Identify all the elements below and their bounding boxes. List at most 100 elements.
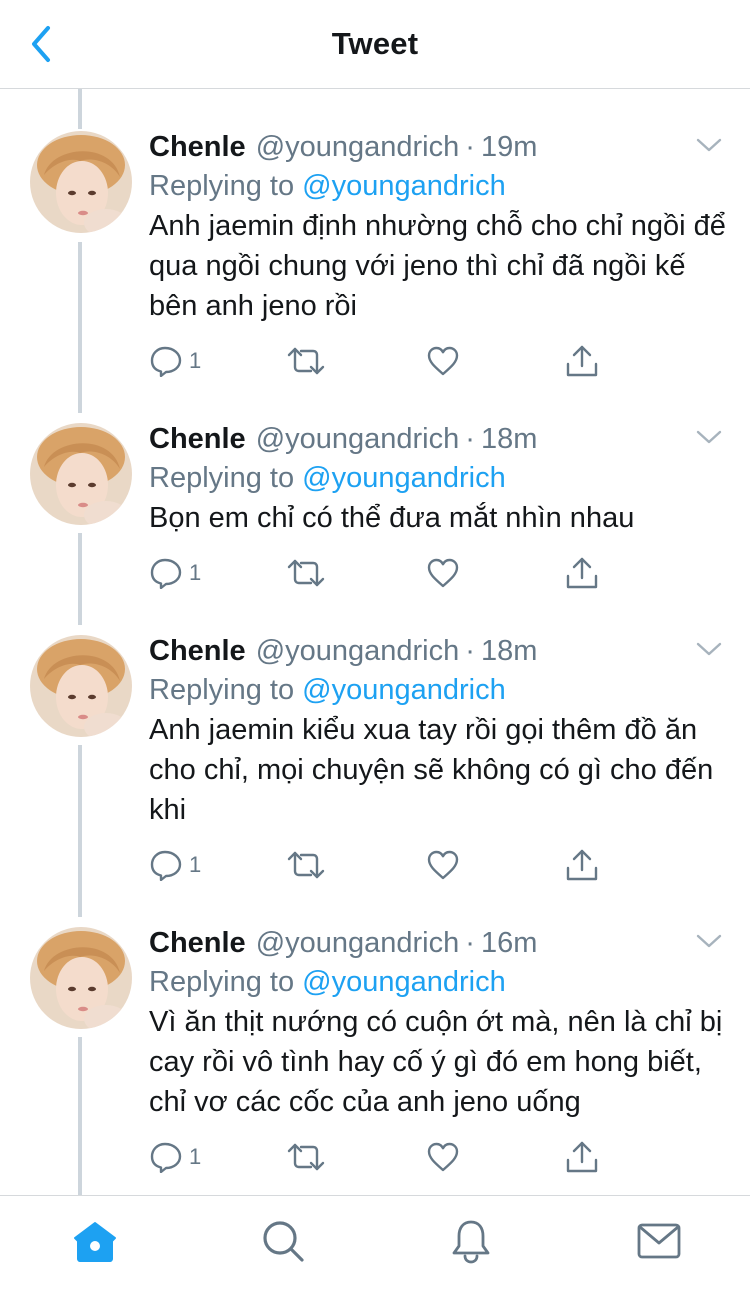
retweet-button[interactable]	[287, 1137, 325, 1177]
replying-to-handle-link[interactable]: @youngandrich	[302, 462, 506, 494]
thread-connector-line	[78, 1037, 82, 1195]
replying-to-label: Replying to	[149, 170, 295, 202]
notifications-bell-icon	[452, 1220, 490, 1264]
replying-to-label: Replying to	[149, 462, 295, 494]
display-name[interactable]: Chenle	[149, 419, 246, 459]
heart-icon	[427, 850, 459, 880]
tweet-actions: 1	[149, 1137, 619, 1177]
separator-dot: ·	[465, 423, 475, 455]
replying-to: Replying to @youngandrich	[149, 962, 506, 1002]
retweet-icon	[287, 559, 325, 587]
timestamp: 18m	[480, 635, 538, 667]
display-name[interactable]: Chenle	[149, 127, 246, 167]
share-button[interactable]	[565, 1137, 599, 1177]
share-button[interactable]	[565, 553, 599, 593]
reply-icon	[150, 346, 182, 377]
retweet-button[interactable]	[287, 553, 325, 593]
retweet-icon	[287, 347, 325, 375]
retweet-icon	[287, 1143, 325, 1171]
tweet-text: Vì ăn thịt nướng có cuộn ớt mà, nên là c…	[149, 1006, 723, 1118]
tweet-thread[interactable]: Chenle @youngandrich · 19m Replying to @…	[0, 89, 750, 1195]
timestamp: 19m	[480, 131, 538, 163]
like-button[interactable]	[426, 845, 460, 885]
retweet-button[interactable]	[287, 845, 325, 885]
tab-notifications[interactable]	[446, 1218, 496, 1264]
tweet-text: Bọn em chỉ có thể đưa mắt nhìn nhau	[149, 502, 635, 534]
replying-to-handle-link[interactable]: @youngandrich	[302, 170, 506, 202]
reply-button[interactable]: 1	[149, 845, 201, 885]
share-icon	[566, 557, 598, 589]
thread-connector-line	[78, 242, 82, 413]
tab-home[interactable]	[70, 1218, 120, 1264]
avatar[interactable]	[30, 635, 132, 737]
like-button[interactable]	[426, 553, 460, 593]
share-icon	[566, 345, 598, 377]
reply-button[interactable]: 1	[149, 1137, 201, 1177]
avatar[interactable]	[30, 927, 132, 1029]
tweet-text: Anh jaemin định nhường chỗ cho chỉ ngồi …	[149, 210, 726, 322]
like-button[interactable]	[426, 341, 460, 381]
reply-count: 1	[189, 348, 202, 373]
heart-icon	[427, 346, 459, 376]
timestamp: 16m	[480, 927, 538, 959]
tab-search[interactable]	[258, 1218, 308, 1264]
thread-connector-line	[78, 89, 82, 129]
retweet-button[interactable]	[287, 341, 325, 381]
more-options-button[interactable]	[694, 637, 724, 661]
user-handle[interactable]: @youngandrich	[256, 923, 460, 963]
avatar[interactable]	[30, 131, 132, 233]
separator-dot: ·	[465, 927, 475, 959]
separator-dot: ·	[465, 131, 475, 163]
reply-icon	[150, 558, 182, 589]
user-handle[interactable]: @youngandrich	[256, 419, 460, 459]
replying-to: Replying to @youngandrich	[149, 166, 506, 206]
search-icon	[263, 1221, 304, 1262]
display-name[interactable]: Chenle	[149, 923, 246, 963]
chevron-down-icon	[696, 934, 722, 948]
home-icon	[74, 1222, 116, 1262]
avatar[interactable]	[30, 423, 132, 525]
reply-icon	[150, 1142, 182, 1173]
more-options-button[interactable]	[694, 133, 724, 157]
heart-icon	[427, 558, 459, 588]
messages-envelope-icon	[637, 1223, 681, 1259]
chevron-down-icon	[696, 642, 722, 656]
tweet-actions: 1	[149, 845, 619, 885]
replying-to: Replying to @youngandrich	[149, 458, 506, 498]
like-button[interactable]	[426, 1137, 460, 1177]
reply-count: 1	[189, 852, 202, 877]
reply-button[interactable]: 1	[149, 341, 201, 381]
more-options-button[interactable]	[694, 425, 724, 449]
share-button[interactable]	[565, 845, 599, 885]
share-button[interactable]	[565, 341, 599, 381]
replying-to: Replying to @youngandrich	[149, 670, 506, 710]
reply-icon	[150, 850, 182, 881]
user-handle[interactable]: @youngandrich	[256, 631, 460, 671]
more-options-button[interactable]	[694, 929, 724, 953]
tweet-text: Anh jaemin kiểu xua tay rồi gọi thêm đồ …	[149, 714, 714, 826]
separator-dot: ·	[465, 635, 475, 667]
bottom-tab-bar	[0, 1196, 750, 1294]
retweet-icon	[287, 851, 325, 879]
page-title: Tweet	[331, 26, 419, 61]
top-navigation-bar: Tweet	[0, 0, 750, 89]
tweet-actions: 1	[149, 341, 619, 381]
share-icon	[566, 849, 598, 881]
replying-to-label: Replying to	[149, 966, 295, 998]
user-handle[interactable]: @youngandrich	[256, 127, 460, 167]
reply-button[interactable]: 1	[149, 553, 201, 593]
chevron-down-icon	[696, 430, 722, 444]
reply-count: 1	[189, 560, 202, 585]
replying-to-handle-link[interactable]: @youngandrich	[302, 674, 506, 706]
tweet-header: Chenle @youngandrich · 16m	[149, 923, 537, 963]
thread-connector-line	[78, 745, 82, 917]
replying-to-handle-link[interactable]: @youngandrich	[302, 966, 506, 998]
tab-messages[interactable]	[634, 1218, 684, 1264]
tweet-header: Chenle @youngandrich · 19m	[149, 127, 537, 167]
tweet-header: Chenle @youngandrich · 18m	[149, 631, 537, 671]
heart-icon	[427, 1142, 459, 1172]
reply-count: 1	[189, 1144, 202, 1169]
tweet-header: Chenle @youngandrich · 18m	[149, 419, 537, 459]
thread-connector-line	[78, 533, 82, 625]
display-name[interactable]: Chenle	[149, 631, 246, 671]
